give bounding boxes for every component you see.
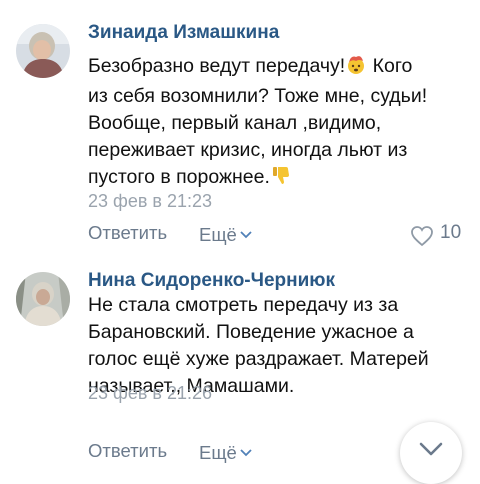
more-label: Ещё [199, 224, 237, 245]
comment: Зинаида Измашкина Безобразно ведут перед… [0, 0, 480, 262]
comment-line: Барановский. Поведение ужасное а [88, 321, 414, 343]
reply-button[interactable]: Ответить [88, 222, 167, 244]
chevron-down-icon [240, 440, 252, 462]
comment-line: Безобразно ведут передачу! Кого [88, 53, 468, 83]
avatar[interactable] [16, 272, 70, 326]
comment-date[interactable]: 23 фев в 21:26 [88, 383, 212, 404]
comment-line-text: Безобразно ведут передачу! [88, 55, 346, 77]
comment-line: из себя возомнили? Тоже мне, судьи! [88, 85, 428, 107]
comment-line-text: Кого [367, 55, 413, 77]
more-button[interactable]: Ещё [199, 440, 252, 464]
like-count: 10 [440, 222, 462, 243]
avatar[interactable] [16, 24, 70, 78]
comment-line-text: пустого в порожнее. [88, 166, 270, 188]
comment-date[interactable]: 23 фев в 21:23 [88, 191, 212, 212]
comment-line: Не стала смотреть передачу из за [88, 294, 399, 316]
exploding-head-emoji [345, 53, 367, 83]
comment-line: переживает кризис, иногда льют из [88, 139, 408, 161]
scroll-down-button[interactable] [400, 422, 462, 484]
more-label: Ещё [199, 442, 237, 463]
comment-author[interactable]: Зинаида Измашкина [88, 22, 279, 44]
comment-line: Вообще, первый канал ,видимо, [88, 112, 382, 134]
comment-author[interactable]: Нина Сидоренко-Черниюк [88, 270, 335, 292]
reply-button[interactable]: Ответить [88, 440, 167, 462]
heart-icon [411, 226, 433, 247]
chevron-down-icon [419, 442, 443, 456]
like-button[interactable]: 10 [410, 222, 462, 250]
comment-line: голос ещё хуже раздражает. Матерей [88, 348, 429, 370]
comment-actions: Ответить Ещё 10 [88, 222, 480, 250]
chevron-down-icon [240, 222, 252, 244]
comment-text: Безобразно ведут передачу! Кого из себя … [88, 53, 468, 194]
more-button[interactable]: Ещё [199, 222, 252, 246]
thumbs-down-emoji [270, 164, 292, 194]
comment-line: пустого в порожнее. [88, 164, 468, 194]
